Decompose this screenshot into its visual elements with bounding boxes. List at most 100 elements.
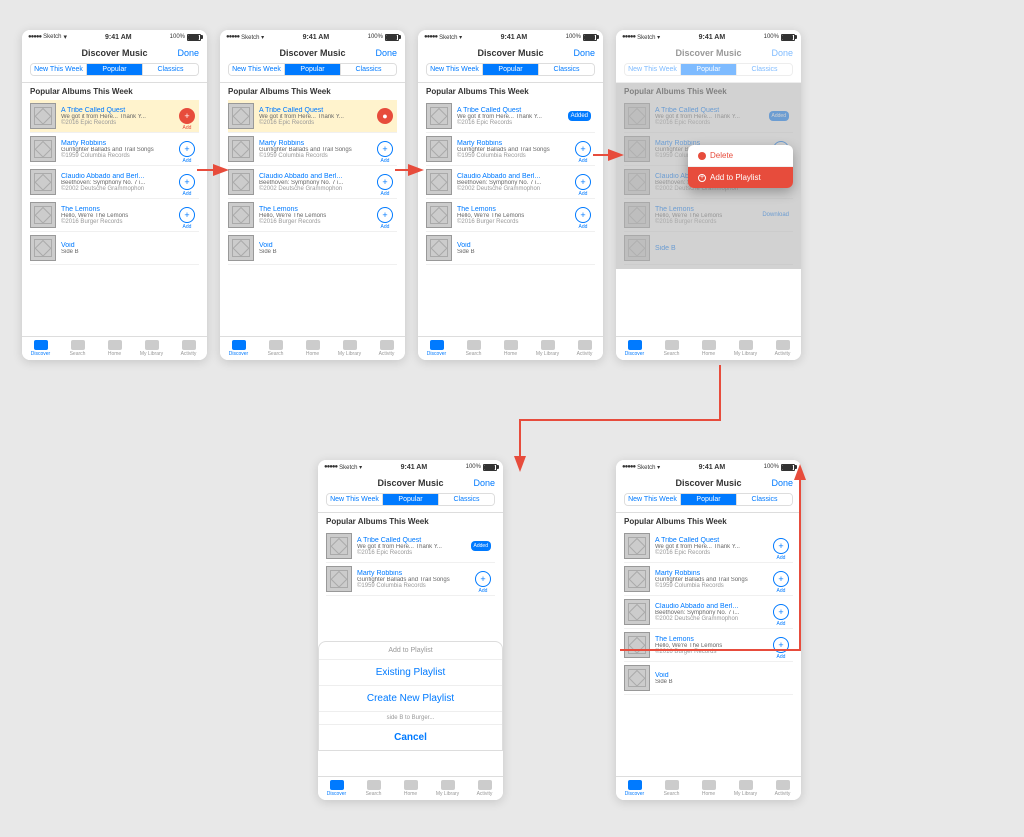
nav-search-3[interactable]: Search — [455, 340, 492, 357]
done-button-1[interactable]: Done — [177, 48, 199, 58]
tab-popular-5[interactable]: Popular — [383, 494, 439, 505]
album-name-3-5[interactable]: Void — [457, 242, 595, 249]
album-name-2-2[interactable]: Marty Robbins — [259, 140, 377, 147]
done-button-4[interactable]: Done — [771, 48, 793, 58]
done-button-6[interactable]: Done — [771, 478, 793, 488]
tab-new-4[interactable]: New This Week — [625, 64, 681, 75]
done-button-2[interactable]: Done — [375, 48, 397, 58]
add-button-1-4[interactable]: + — [179, 207, 195, 223]
activity-icon-3 — [578, 340, 592, 350]
nav-discover-5[interactable]: Discover — [318, 780, 355, 797]
add-button-5-2[interactable]: + — [475, 571, 491, 587]
add-button-2-2[interactable]: + — [377, 141, 393, 157]
album-name-3-4[interactable]: The Lemons — [457, 206, 575, 213]
tab-new-3[interactable]: New This Week — [427, 64, 483, 75]
tab-classics-2[interactable]: Classics — [341, 64, 396, 75]
album-name-3-3[interactable]: Claudio Abbado and Berl... — [457, 173, 575, 180]
nav-library-1[interactable]: My Library — [133, 340, 170, 357]
nav-library-2[interactable]: My Library — [331, 340, 368, 357]
nav-discover-3[interactable]: Discover — [418, 340, 455, 357]
tab-popular-1[interactable]: Popular — [87, 64, 143, 75]
nav-library-4[interactable]: My Library — [727, 340, 764, 357]
add-button-3-3[interactable]: + — [575, 174, 591, 190]
tab-classics-6[interactable]: Classics — [737, 494, 792, 505]
existing-playlist-btn-5[interactable]: Existing Playlist — [319, 660, 502, 686]
nav-library-3[interactable]: My Library — [529, 340, 566, 357]
nav-home-1[interactable]: Home — [96, 340, 133, 357]
album-name-3-2[interactable]: Marty Robbins — [457, 140, 575, 147]
album-name-6-4[interactable]: The Lemons — [655, 636, 773, 643]
status-bar-6: ●●●●● Sketch ▾ 9:41 AM 100% — [616, 460, 801, 474]
nav-home-2[interactable]: Home — [294, 340, 331, 357]
add-button-1-1[interactable]: + — [179, 108, 195, 124]
nav-search-6[interactable]: Search — [653, 780, 690, 797]
album-name-2-4[interactable]: The Lemons — [259, 206, 377, 213]
create-playlist-btn-5[interactable]: Create New Playlist — [319, 686, 502, 712]
nav-discover-4[interactable]: Discover — [616, 340, 653, 357]
add-button-2-3[interactable]: + — [377, 174, 393, 190]
nav-search-5[interactable]: Search — [355, 780, 392, 797]
done-button-5[interactable]: Done — [473, 478, 495, 488]
delete-action-4[interactable]: Delete — [688, 145, 793, 167]
album-name-2-3[interactable]: Claudio Abbado and Berl... — [259, 173, 377, 180]
nav-activity-2[interactable]: Activity — [368, 340, 405, 357]
tab-new-2[interactable]: New This Week — [229, 64, 285, 75]
album-name-3-1[interactable]: A Tribe Called Quest — [457, 107, 568, 114]
album-name-1-2[interactable]: Marty Robbins — [61, 140, 179, 147]
nav-home-5[interactable]: Home — [392, 780, 429, 797]
tab-new-5[interactable]: New This Week — [327, 494, 383, 505]
nav-discover-6[interactable]: Discover — [616, 780, 653, 797]
add-button-6-3[interactable]: + — [773, 604, 789, 620]
tab-popular-3[interactable]: Popular — [483, 64, 539, 75]
nav-activity-3[interactable]: Activity — [566, 340, 603, 357]
album-name-5-2[interactable]: Marty Robbins — [357, 570, 475, 577]
nav-library-5[interactable]: My Library — [429, 780, 466, 797]
add-button-6-4[interactable]: + — [773, 637, 789, 653]
tab-popular-6[interactable]: Popular — [681, 494, 737, 505]
nav-activity-6[interactable]: Activity — [764, 780, 801, 797]
add-button-2-4[interactable]: + — [377, 207, 393, 223]
nav-activity-1[interactable]: Activity — [170, 340, 207, 357]
nav-search-2[interactable]: Search — [257, 340, 294, 357]
tab-classics-3[interactable]: Classics — [539, 64, 594, 75]
album-name-6-1[interactable]: A Tribe Called Quest — [655, 537, 773, 544]
tab-popular-2[interactable]: Popular — [285, 64, 341, 75]
add-button-1-3[interactable]: + — [179, 174, 195, 190]
add-button-6-1[interactable]: + — [773, 538, 789, 554]
nav-home-3[interactable]: Home — [492, 340, 529, 357]
done-button-3[interactable]: Done — [573, 48, 595, 58]
album-name-1-1[interactable]: A Tribe Called Quest — [61, 107, 179, 114]
album-name-6-5[interactable]: Void — [655, 672, 793, 679]
add-button-3-4[interactable]: + — [575, 207, 591, 223]
tab-classics-4[interactable]: Classics — [737, 64, 792, 75]
add-button-6-2[interactable]: + — [773, 571, 789, 587]
nav-activity-4[interactable]: Activity — [764, 340, 801, 357]
album-name-1-4[interactable]: The Lemons — [61, 206, 179, 213]
album-name-6-3[interactable]: Claudio Abbado and Berl... — [655, 603, 773, 610]
tab-classics-1[interactable]: Classics — [143, 64, 198, 75]
album-name-1-3[interactable]: Claudio Abbado and Berl... — [61, 173, 179, 180]
tab-new-this-week-1[interactable]: New This Week — [31, 64, 87, 75]
add-button-1-2[interactable]: + — [179, 141, 195, 157]
tab-popular-4[interactable]: Popular — [681, 64, 737, 75]
album-name-2-5[interactable]: Void — [259, 242, 397, 249]
nav-activity-5[interactable]: Activity — [466, 780, 503, 797]
nav-home-6[interactable]: Home — [690, 780, 727, 797]
cancel-btn-5[interactable]: Cancel — [319, 725, 502, 750]
add-to-playlist-action-4[interactable]: + Add to Playlist — [688, 167, 793, 188]
nav-discover-1[interactable]: Discover — [22, 340, 59, 357]
album-name-1-5[interactable]: Void — [61, 242, 199, 249]
add-button-3-2[interactable]: + — [575, 141, 591, 157]
nav-home-4[interactable]: Home — [690, 340, 727, 357]
nav-library-6[interactable]: My Library — [727, 780, 764, 797]
status-bar-3: ●●●●● Sketch ▾ 9:41 AM 100% — [418, 30, 603, 44]
nav-discover-2[interactable]: Discover — [220, 340, 257, 357]
album-name-2-1[interactable]: A Tribe Called Quest — [259, 107, 377, 114]
nav-search-4[interactable]: Search — [653, 340, 690, 357]
batt-pct-2: 100% — [368, 34, 383, 40]
nav-search-1[interactable]: Search — [59, 340, 96, 357]
album-name-5-1[interactable]: A Tribe Called Quest — [357, 537, 471, 544]
album-name-6-2[interactable]: Marty Robbins — [655, 570, 773, 577]
tab-classics-5[interactable]: Classics — [439, 494, 494, 505]
tab-new-6[interactable]: New This Week — [625, 494, 681, 505]
